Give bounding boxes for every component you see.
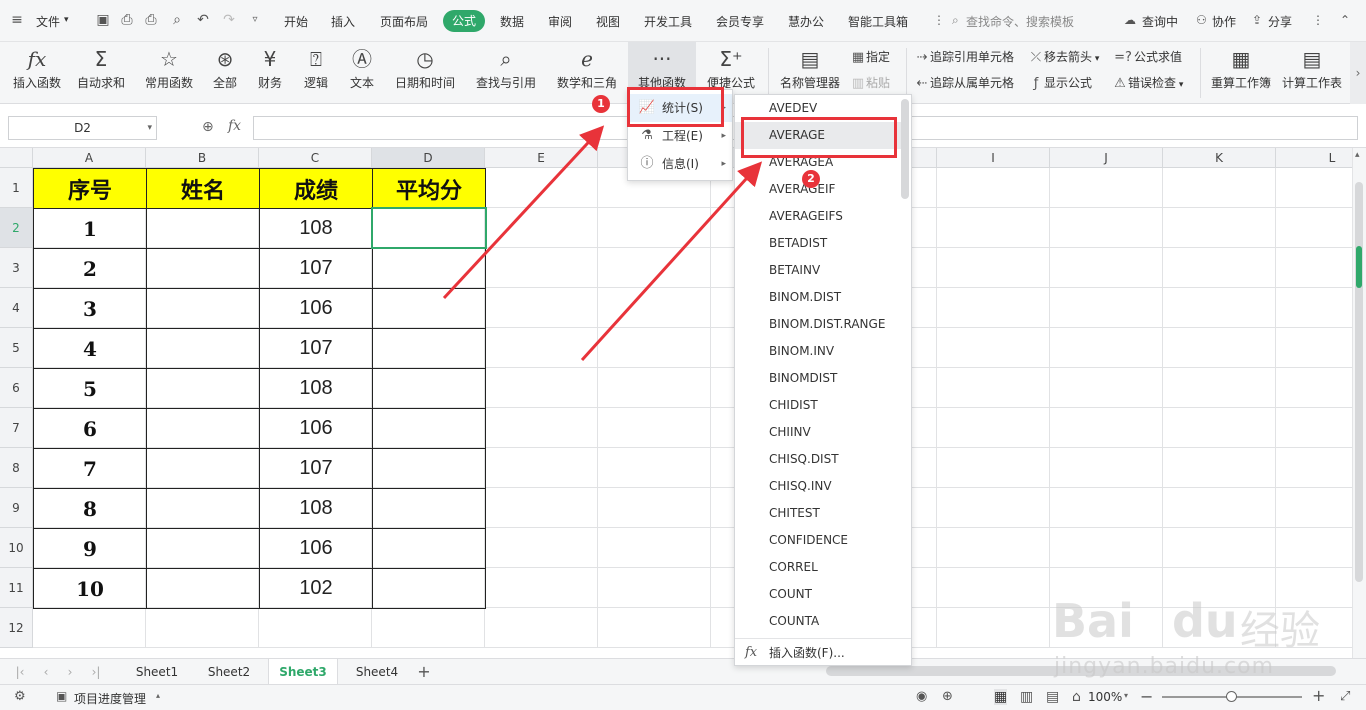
annotation-arrow-1 <box>442 125 605 300</box>
highlight-box-statistics <box>627 87 724 127</box>
step-badge-1: 1 <box>592 95 610 113</box>
wps-spreadsheet-window: ≡ 文件 ▾ ▣ ⎙ ⎙ ⌕ ↶ ↷ ▿ 开始 插入 页面布局 公式 数据 审阅… <box>0 0 1366 710</box>
annotation-arrow-2 <box>580 161 763 362</box>
step-badge-2: 2 <box>802 170 820 188</box>
highlight-box-average <box>741 117 897 158</box>
